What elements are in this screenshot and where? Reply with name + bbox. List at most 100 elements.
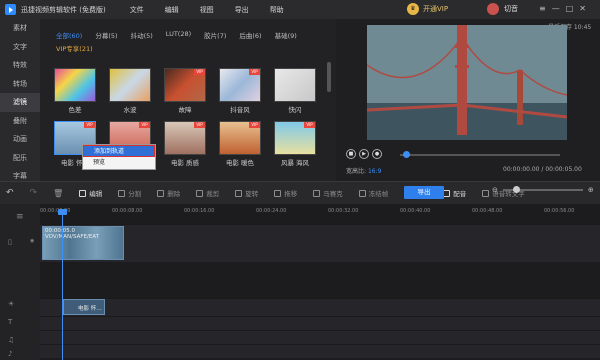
- menu-view[interactable]: 视图: [200, 5, 214, 15]
- filter-thumb-ripple[interactable]: [109, 68, 151, 102]
- redo-icon[interactable]: ↷: [30, 188, 38, 198]
- sidebar-item-effects[interactable]: 特效: [0, 56, 40, 75]
- menu-icon[interactable]: ≡: [539, 4, 546, 13]
- filter-thumb-storm-sea[interactable]: VIP: [274, 121, 316, 155]
- undo-icon[interactable]: ↶: [6, 188, 14, 198]
- time-ruler[interactable]: 00:00:00.00 00:00:08.00 00:00:16.00 00:0…: [40, 208, 600, 220]
- ruler-tick: 00:00:32.00: [328, 208, 359, 214]
- progress-knob[interactable]: [403, 151, 410, 158]
- playback-progress[interactable]: [400, 151, 560, 158]
- filter-thumb-chromatic[interactable]: [54, 68, 96, 102]
- sidebar-item-filter[interactable]: 滤镜: [0, 93, 40, 112]
- tab-all[interactable]: 全部(60): [56, 30, 82, 40]
- filter-clip[interactable]: 电影 怀…: [63, 299, 105, 315]
- filter-thumb-flash[interactable]: [274, 68, 316, 102]
- tab-shake[interactable]: 抖动(5): [131, 30, 153, 40]
- voice-track-icon: ♪: [8, 350, 13, 358]
- mute-icon[interactable]: ◉: [30, 238, 34, 244]
- move-button[interactable]: 拖移: [274, 188, 297, 198]
- music-track[interactable]: [40, 330, 600, 344]
- maximize-icon[interactable]: □: [566, 4, 574, 13]
- filter-thumb-film-texture[interactable]: VIP: [164, 121, 206, 155]
- filter-clip-name: 电影 怀…: [78, 306, 102, 312]
- window-controls: ≡ — □ ✕: [533, 4, 586, 13]
- crop-button[interactable]: 裁剪: [196, 188, 219, 198]
- preview-menu-item[interactable]: 预览: [83, 157, 155, 169]
- crown-icon: ♛: [407, 3, 419, 15]
- minimize-icon[interactable]: —: [552, 4, 560, 13]
- menu-edit[interactable]: 编辑: [165, 5, 179, 15]
- menu-export[interactable]: 导出: [235, 5, 249, 15]
- filter-thumb-tiktok[interactable]: VIP: [219, 68, 261, 102]
- sidebar-item-media[interactable]: 素材: [0, 19, 40, 38]
- vip-button[interactable]: ♛ 开通VIP: [407, 3, 448, 15]
- vip-badge: VIP: [194, 122, 205, 128]
- vip-label: 开通VIP: [423, 5, 449, 13]
- delete-icon: [157, 189, 165, 197]
- zoom-knob[interactable]: [512, 186, 520, 193]
- app-title: 迅捷视频剪辑软件 (免费版): [21, 5, 106, 14]
- move-icon: [274, 189, 282, 197]
- pause-icon[interactable]: ●: [372, 149, 382, 159]
- playhead[interactable]: [62, 212, 63, 360]
- video-clip-name: 00:00:05.0 VOV/MAN/SAFE/EAT: [45, 228, 100, 240]
- video-clip[interactable]: 00:00:05.0 VOV/MAN/SAFE/EAT: [42, 226, 124, 260]
- aspect-ratio[interactable]: 宽高比: 16:9: [346, 166, 381, 175]
- close-icon[interactable]: ✕: [579, 4, 586, 13]
- tab-lut[interactable]: LUT(28): [166, 30, 191, 40]
- sidebar-item-animation[interactable]: 动画: [0, 130, 40, 149]
- voice-track[interactable]: [40, 344, 600, 358]
- stop-icon[interactable]: ■: [346, 149, 356, 159]
- filter-thumb-film-warm[interactable]: VIP: [219, 121, 261, 155]
- menu-file[interactable]: 文件: [130, 5, 144, 15]
- app-logo-icon: [5, 4, 16, 15]
- zoom-slider[interactable]: [502, 186, 583, 193]
- zoom-out-icon[interactable]: ⊖: [492, 186, 498, 194]
- tab-film[interactable]: 胶片(7): [204, 30, 226, 40]
- track-menu-icon[interactable]: ≡: [16, 212, 24, 222]
- sidebar-item-music[interactable]: 配乐: [0, 149, 40, 168]
- menu-bar: 文件 编辑 视图 导出 帮助: [130, 5, 305, 15]
- tab-curve[interactable]: 后曲(6): [239, 30, 261, 40]
- filter-label: 电影 质感: [170, 159, 200, 167]
- user-account[interactable]: 切音: [487, 3, 518, 15]
- edit-button[interactable]: 编辑: [79, 188, 102, 198]
- split-icon: [118, 189, 126, 197]
- add-to-track-menu-item[interactable]: 添加到轨道: [83, 145, 155, 157]
- context-menu: 添加到轨道 预览: [82, 144, 156, 170]
- rotate-button[interactable]: 旋转: [235, 188, 258, 198]
- mosaic-button[interactable]: 马赛克: [313, 188, 343, 198]
- zoom-in-icon[interactable]: ⊕: [588, 186, 594, 194]
- library-scrollbar[interactable]: [327, 62, 331, 92]
- filter-track[interactable]: [40, 298, 600, 316]
- freeze-icon: [358, 189, 366, 197]
- microphone-icon: [443, 189, 451, 197]
- tab-scene[interactable]: 分幕(5): [95, 30, 117, 40]
- vip-badge: VIP: [249, 122, 260, 128]
- play-icon[interactable]: ▶: [359, 149, 369, 159]
- zoom-control: ⊖ ⊕: [492, 186, 594, 194]
- text-track-icon: T: [8, 318, 13, 326]
- edit-icon: [79, 189, 87, 197]
- mosaic-icon: [313, 189, 321, 197]
- voiceover-button[interactable]: 配音: [443, 188, 466, 198]
- sidebar-item-transition[interactable]: 转场: [0, 75, 40, 94]
- trash-icon[interactable]: 🗑: [53, 189, 63, 198]
- filter-thumb-glitch[interactable]: VIP: [164, 68, 206, 102]
- sidebar-item-overlay[interactable]: 叠附: [0, 112, 40, 131]
- filter-label: 风暴 海风: [280, 159, 310, 167]
- split-button[interactable]: 分割: [118, 188, 141, 198]
- filter-label: 抖音风: [230, 106, 250, 114]
- video-track[interactable]: [40, 224, 600, 262]
- tab-basic[interactable]: 基础(9): [275, 30, 297, 40]
- ruler-tick: 00:00:40.00: [400, 208, 431, 214]
- crop-icon: [196, 189, 204, 197]
- freeze-frame-button[interactable]: 冻结帧: [358, 188, 388, 198]
- delete-button[interactable]: 删除: [157, 188, 180, 198]
- text-track[interactable]: [40, 316, 600, 330]
- menu-help[interactable]: 帮助: [270, 5, 284, 15]
- tab-vip[interactable]: VIP专享(21): [56, 43, 93, 53]
- ratio-label: 宽高比:: [346, 168, 367, 175]
- sidebar-item-text[interactable]: 文字: [0, 38, 40, 57]
- export-button[interactable]: 导出: [404, 186, 444, 199]
